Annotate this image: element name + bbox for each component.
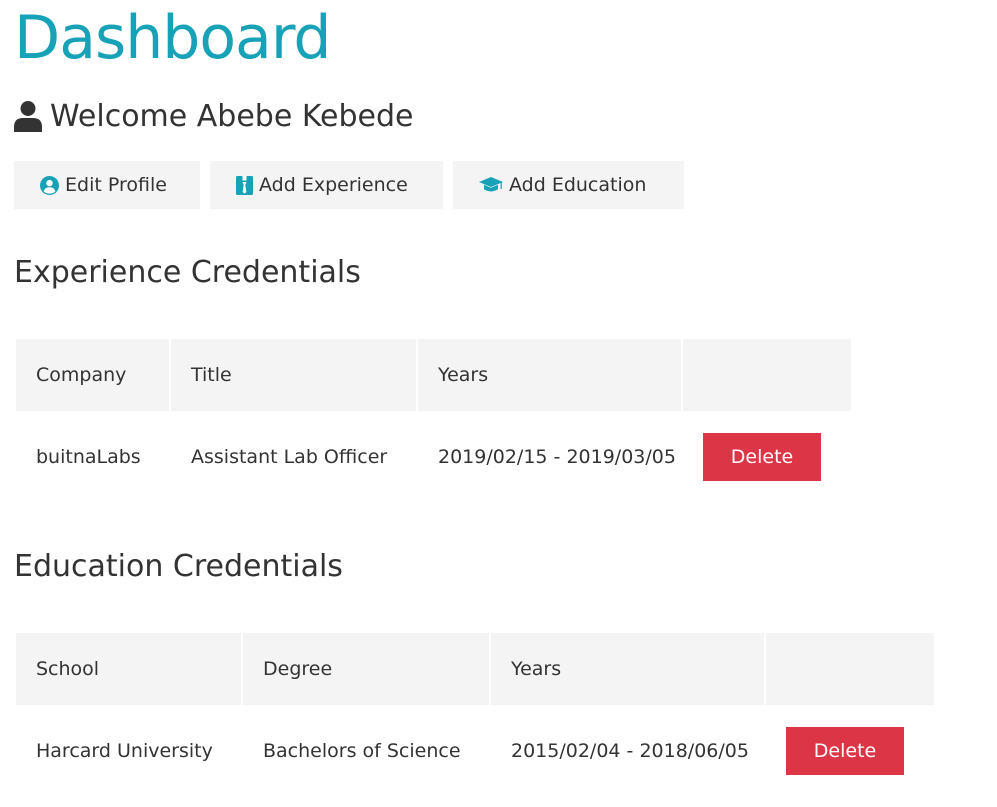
experience-years: 2019/02/15 - 2019/03/05 (438, 446, 676, 468)
add-education-button[interactable]: Add Education (453, 161, 684, 209)
experience-heading: Experience Credentials (14, 255, 361, 290)
user-circle-icon (40, 175, 59, 195)
education-header-row: School Degree Years (16, 633, 934, 705)
dashboard-actions: Edit Profile Add Experience Add Educatio… (14, 161, 684, 209)
column-degree: Degree (243, 633, 491, 705)
add-experience-button[interactable]: Add Experience (210, 161, 443, 209)
graduation-cap-icon (479, 177, 503, 192)
education-years: 2015/02/04 - 2018/06/05 (511, 740, 749, 762)
edit-profile-label: Edit Profile (65, 174, 167, 196)
add-education-label: Add Education (509, 174, 647, 196)
education-heading: Education Credentials (14, 549, 343, 584)
experience-header-row: Company Title Years (16, 339, 851, 411)
experience-company: buitnaLabs (36, 446, 141, 468)
id-badge-icon (236, 175, 253, 195)
edit-profile-button[interactable]: Edit Profile (14, 161, 200, 209)
welcome-line: Welcome Abebe Kebede (14, 96, 413, 136)
education-school: Harcard University (36, 740, 213, 762)
column-actions (683, 339, 851, 411)
page-title: Dashboard (14, 3, 332, 73)
welcome-text: Welcome Abebe Kebede (50, 98, 414, 134)
table-row: Harcard University Bachelors of Science … (16, 705, 934, 797)
delete-experience-button[interactable]: Delete (703, 433, 821, 481)
column-title: Title (171, 339, 418, 411)
user-icon (14, 101, 42, 132)
education-action-cell: Delete (766, 705, 934, 797)
column-school: School (16, 633, 243, 705)
education-table: School Degree Years Harcard University B… (16, 633, 934, 797)
column-years: Years (418, 339, 683, 411)
column-years: Years (491, 633, 766, 705)
column-company: Company (16, 339, 171, 411)
column-actions (766, 633, 934, 705)
experience-action-cell: Delete (683, 411, 851, 503)
add-experience-label: Add Experience (259, 174, 408, 196)
education-degree: Bachelors of Science (263, 740, 461, 762)
experience-title: Assistant Lab Officer (191, 446, 388, 468)
experience-table: Company Title Years buitnaLabs Assistant… (16, 339, 851, 503)
table-row: buitnaLabs Assistant Lab Officer 2019/02… (16, 411, 851, 503)
delete-education-button[interactable]: Delete (786, 727, 904, 775)
